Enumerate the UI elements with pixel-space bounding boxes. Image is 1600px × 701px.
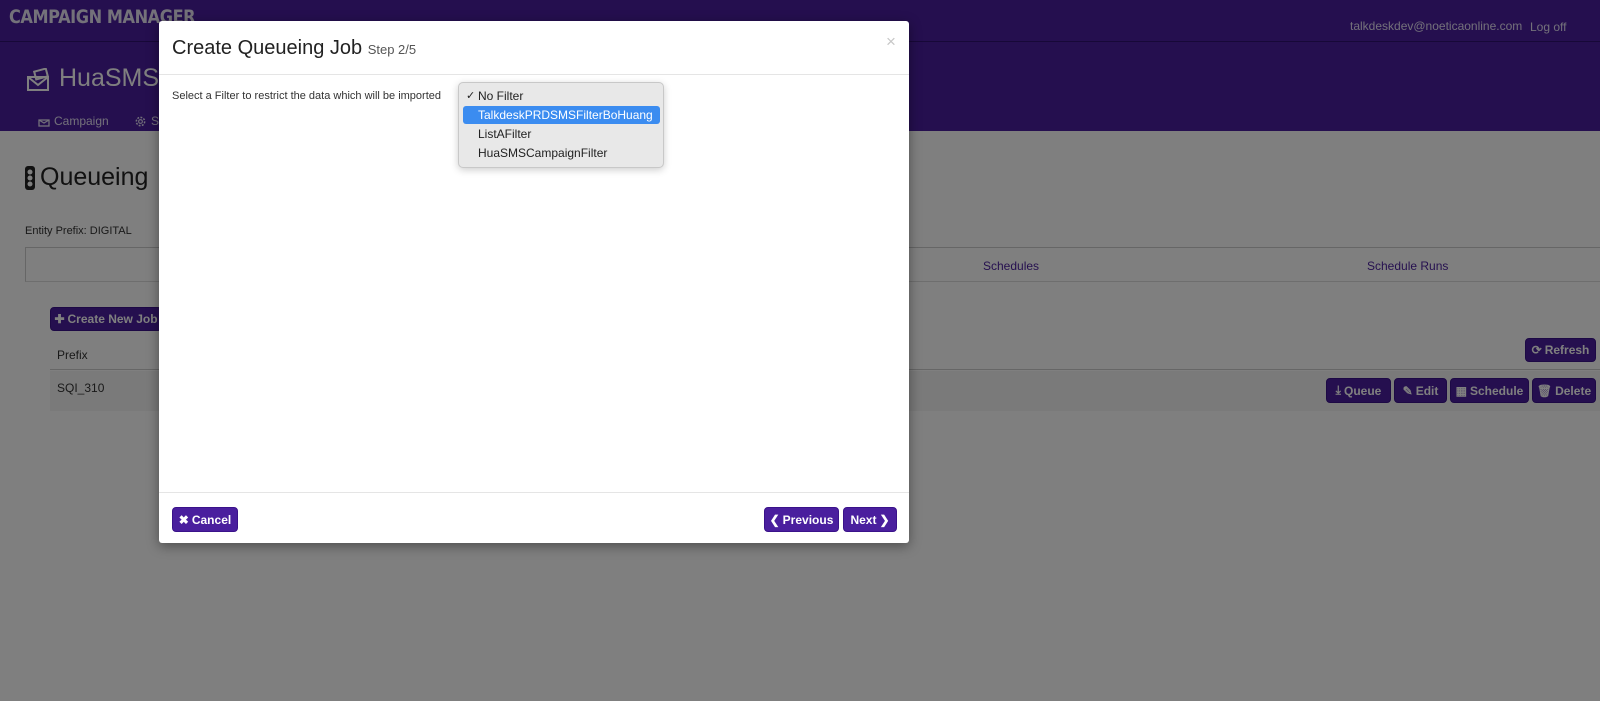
filter-option-label: No Filter bbox=[478, 89, 524, 103]
close-icon[interactable]: × bbox=[886, 32, 896, 52]
previous-button[interactable]: ❮ Previous bbox=[764, 507, 839, 532]
modal-step: Step 2/5 bbox=[367, 42, 417, 57]
filter-option-huasms[interactable]: HuaSMSCampaignFilter bbox=[463, 144, 660, 162]
chevron-left-icon: ❮ bbox=[769, 512, 780, 527]
modal-title: Create Queueing Job Step 2/5 bbox=[172, 37, 416, 60]
filter-option-talkdesk[interactable]: TalkdeskPRDSMSFilterBoHuang bbox=[463, 106, 660, 124]
cancel-label: Cancel bbox=[191, 512, 232, 527]
modal-footer: ✖ Cancel ❮ Previous Next ❯ bbox=[159, 492, 909, 543]
modal-title-text: Create Queueing Job bbox=[172, 37, 363, 59]
next-button[interactable]: Next ❯ bbox=[843, 507, 897, 532]
filter-option-label: TalkdeskPRDSMSFilterBoHuang bbox=[478, 108, 653, 122]
filter-option-label: ListAFilter bbox=[478, 127, 532, 141]
filter-select-dropdown[interactable]: ✓ No Filter TalkdeskPRDSMSFilterBoHuang … bbox=[458, 82, 664, 168]
cancel-button[interactable]: ✖ Cancel bbox=[172, 507, 238, 532]
filter-label: Select a Filter to restrict the data whi… bbox=[172, 90, 442, 102]
previous-label: Previous bbox=[782, 512, 834, 527]
checkmark-icon: ✓ bbox=[466, 90, 476, 102]
close-icon: ✖ bbox=[178, 512, 189, 527]
modal-header: Create Queueing Job Step 2/5 × bbox=[159, 21, 909, 75]
next-label: Next bbox=[850, 512, 877, 527]
filter-option-label: HuaSMSCampaignFilter bbox=[478, 146, 608, 160]
filter-option-lista[interactable]: ListAFilter bbox=[463, 125, 660, 143]
filter-option-no-filter[interactable]: ✓ No Filter bbox=[463, 87, 660, 105]
chevron-right-icon: ❯ bbox=[879, 512, 890, 527]
